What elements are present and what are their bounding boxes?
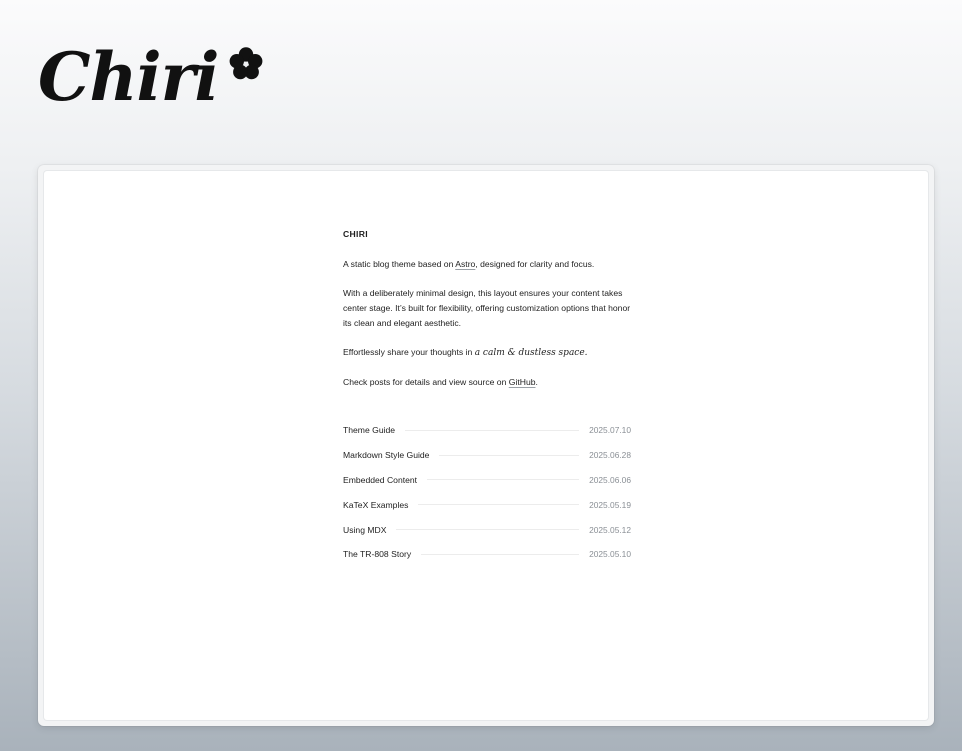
- post-date: 2025.07.10: [589, 425, 631, 436]
- post-date: 2025.05.19: [589, 499, 631, 510]
- post-title[interactable]: Markdown Style Guide: [343, 450, 429, 460]
- post-title[interactable]: KaTeX Examples: [343, 500, 408, 510]
- intro-p3-fancy-text: a calm & dustless space.: [474, 347, 588, 358]
- intro-paragraph-1: A static blog theme based on Astro, desi…: [343, 257, 633, 272]
- github-link[interactable]: GitHub: [509, 377, 536, 387]
- post-list: Theme Guide 2025.07.10 Markdown Style Gu…: [343, 418, 631, 567]
- intro-p3-text-before: Effortlessly share your thoughts in: [343, 346, 475, 357]
- browser-frame: CHIRI A static blog theme based on Astro…: [38, 165, 934, 726]
- post-title[interactable]: Theme Guide: [343, 425, 395, 435]
- intro-p1-text-after: , designed for clarity and focus.: [475, 258, 595, 269]
- post-list-item[interactable]: Using MDX 2025.05.12: [343, 517, 631, 542]
- post-date: 2025.06.06: [589, 474, 631, 485]
- astro-link[interactable]: Astro: [455, 259, 475, 269]
- post-list-item[interactable]: KaTeX Examples 2025.05.19: [343, 492, 631, 517]
- intro-section: CHIRI A static blog theme based on Astro…: [343, 227, 633, 405]
- post-list-item[interactable]: The TR-808 Story 2025.05.10: [343, 542, 631, 567]
- post-date: 2025.05.10: [589, 549, 631, 560]
- post-list-item[interactable]: Markdown Style Guide 2025.06.28: [343, 443, 631, 468]
- post-list-item[interactable]: Theme Guide 2025.07.10: [343, 418, 631, 443]
- post-divider-line: [405, 429, 580, 431]
- brand-logo: Chiri: [38, 38, 264, 110]
- post-divider-line: [439, 454, 580, 456]
- post-list-item[interactable]: Embedded Content 2025.06.06: [343, 468, 631, 493]
- post-divider-line: [418, 504, 580, 506]
- intro-paragraph-4: Check posts for details and view source …: [343, 375, 633, 390]
- post-date: 2025.05.12: [589, 524, 631, 535]
- intro-p4-text-before: Check posts for details and view source …: [343, 377, 509, 388]
- page-viewport: CHIRI A static blog theme based on Astro…: [44, 171, 928, 720]
- intro-p4-text-after: .: [535, 377, 538, 388]
- post-title[interactable]: Embedded Content: [343, 475, 417, 485]
- flower-icon: [230, 47, 263, 80]
- post-divider-line: [396, 529, 580, 531]
- intro-paragraph-2: With a deliberately minimal design, this…: [343, 288, 631, 328]
- brand-wordmark: Chiri: [38, 38, 219, 116]
- post-title[interactable]: The TR-808 Story: [343, 549, 411, 559]
- post-date: 2025.06.28: [589, 450, 631, 461]
- post-title[interactable]: Using MDX: [343, 525, 386, 535]
- intro-p1-text-before: A static blog theme based on: [343, 258, 456, 269]
- post-divider-line: [421, 553, 580, 555]
- intro-paragraph-3: Effortlessly share your thoughts in a ca…: [343, 345, 633, 361]
- post-divider-line: [427, 479, 580, 481]
- site-title[interactable]: CHIRI: [343, 227, 633, 242]
